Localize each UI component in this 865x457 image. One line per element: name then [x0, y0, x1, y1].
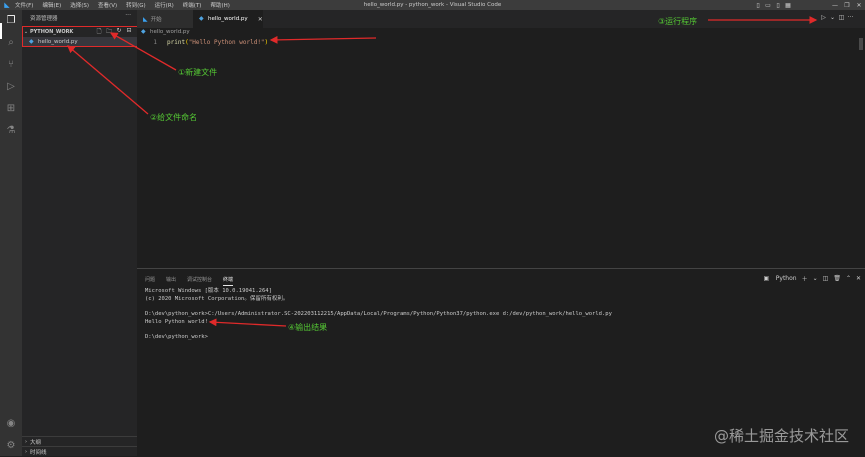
vscode-tab-icon: ◣ [143, 15, 148, 23]
timeline-section[interactable]: › 时间线 [22, 446, 137, 456]
window-controls: — ❐ ✕ [829, 0, 865, 10]
annotation-run: ③运行程序 [658, 17, 698, 26]
python-file-icon: ◆ [199, 15, 204, 22]
restore-icon[interactable]: ❐ [841, 2, 853, 9]
chevron-right-icon: › [25, 448, 27, 455]
terminal-icon: ▣ [763, 275, 770, 282]
split-terminal-icon[interactable]: ◫ [823, 275, 829, 282]
code-line[interactable]: 1 print ( "Hello Python world!" ) [137, 38, 268, 46]
annotation-new-file: ①新建文件 [178, 68, 218, 77]
tab-welcome[interactable]: ◣ 开始 [137, 10, 193, 28]
toggle-sidebar-icon[interactable]: ▯ [753, 2, 763, 9]
annotation-result: ④输出结果 [288, 323, 328, 332]
close-panel-icon[interactable]: ✕ [856, 275, 861, 282]
sidebar-sections: › 大纲 › 时间线 [22, 436, 137, 456]
chevron-right-icon: › [25, 438, 27, 445]
code-function: print [167, 38, 186, 46]
shell-label: Python [775, 275, 797, 282]
toggle-panel-icon[interactable]: ▭ [763, 2, 773, 9]
more-actions-icon[interactable]: ··· [846, 14, 855, 21]
account-icon[interactable]: ◉ [4, 417, 18, 431]
menu-edit[interactable]: 编辑(E) [42, 1, 61, 9]
close-tab-icon[interactable]: ✕ [258, 16, 263, 23]
terminal-output[interactable]: Microsoft Windows [版本 10.0.19041.264] (c… [145, 287, 612, 341]
code-editor[interactable]: ◆ hello_world.py 1 print ( "Hello Python… [137, 28, 865, 268]
menu-bar: 文件(F) 编辑(E) 选择(S) 查看(V) 转到(G) 运行(R) 终端(T… [15, 1, 239, 9]
editor-tabs: ◣ 开始 ◆ hello_world.py ✕ ▷ ⌄ ◫ ··· [137, 10, 865, 28]
menu-file[interactable]: 文件(F) [15, 1, 33, 9]
editor-actions: ▷ ⌄ ◫ ··· [819, 14, 855, 21]
editor-scrollbar[interactable] [859, 38, 863, 50]
title-bar: ◣ 文件(F) 编辑(E) 选择(S) 查看(V) 转到(G) 运行(R) 终端… [0, 0, 865, 10]
vscode-logo-icon: ◣ [4, 1, 10, 9]
tab-hello-world[interactable]: ◆ hello_world.py ✕ [193, 10, 263, 28]
extensions-icon[interactable]: ⊞ [4, 102, 18, 116]
toggle-secondary-sidebar-icon[interactable]: ▯ [773, 2, 783, 9]
explorer-sidebar: 资源管理器 ··· ⌄ PYTHON_WORK 🗋 🗀 ↻ ⊟ ◆ hello_… [22, 10, 137, 456]
run-dropdown-icon[interactable]: ⌄ [828, 14, 837, 21]
tab-debug-console[interactable]: 调试控制台 [187, 276, 212, 286]
tab-problems[interactable]: 问题 [145, 276, 155, 286]
layout-controls: ▯ ▭ ▯ ▦ [753, 0, 793, 10]
terminal-line: D:\dev\python_work>C:/Users/Administrato… [145, 311, 612, 317]
run-debug-icon[interactable]: ▷ [4, 80, 18, 94]
activity-bar: ❐ ⌕ ⑂ ▷ ⊞ ⚗ ◉ ⚙ [0, 10, 22, 456]
kill-terminal-icon[interactable]: 🗑 [833, 275, 841, 282]
terminal-dropdown-icon[interactable]: ⌄ [813, 275, 818, 282]
menu-selection[interactable]: 选择(S) [70, 1, 89, 9]
annotation-highlight-box [22, 26, 139, 47]
split-editor-icon[interactable]: ◫ [837, 14, 846, 21]
settings-gear-icon[interactable]: ⚙ [4, 439, 18, 453]
active-indicator [0, 23, 2, 39]
tab-output[interactable]: 输出 [166, 276, 176, 286]
watermark: @稀土掘金技术社区 [713, 427, 849, 445]
code-string: "Hello Python world!" [188, 38, 265, 46]
terminal-shell-select[interactable]: ▣ Python [759, 275, 797, 282]
new-terminal-icon[interactable]: ＋ [802, 274, 808, 283]
outline-section[interactable]: › 大纲 [22, 436, 137, 446]
terminal-line: Hello Python world! [145, 319, 208, 325]
menu-go[interactable]: 转到(G) [126, 1, 146, 9]
python-file-icon: ◆ [141, 28, 146, 35]
menu-view[interactable]: 查看(V) [98, 1, 117, 9]
tab-label: 开始 [150, 17, 162, 23]
line-number: 1 [153, 38, 157, 46]
panel-actions: ▣ Python ＋ ⌄ ◫ 🗑 ⌃ ✕ [754, 274, 861, 283]
minimize-icon[interactable]: — [829, 2, 841, 9]
more-actions-icon[interactable]: ··· [125, 12, 131, 19]
run-icon[interactable]: ▷ [819, 14, 828, 21]
customize-layout-icon[interactable]: ▦ [783, 2, 793, 9]
search-icon[interactable]: ⌕ [4, 36, 18, 50]
terminal-blank [145, 303, 612, 310]
source-control-icon[interactable]: ⑂ [4, 58, 18, 72]
menu-help[interactable]: 帮助(H) [210, 1, 229, 9]
explorer-icon[interactable]: ❐ [4, 14, 18, 28]
code-paren-close: ) [264, 38, 269, 46]
annotation-name-file: ②给文件命名 [150, 113, 198, 122]
testing-icon[interactable]: ⚗ [4, 124, 18, 138]
menu-run[interactable]: 运行(R) [155, 1, 174, 9]
terminal-blank [145, 326, 612, 333]
tab-terminal[interactable]: 终端 [223, 276, 234, 286]
breadcrumb-file[interactable]: hello_world.py [150, 29, 190, 35]
breadcrumb: ◆ hello_world.py [141, 28, 190, 36]
terminal-line: (c) 2020 Microsoft Corporation。保留所有权利。 [145, 296, 289, 302]
terminal-line: Microsoft Windows [版本 10.0.19041.264] [145, 288, 272, 294]
terminal-prompt: D:\dev\python_work> [145, 334, 208, 340]
tab-label: hello_world.py [208, 16, 248, 22]
maximize-panel-icon[interactable]: ⌃ [846, 275, 851, 282]
menu-terminal[interactable]: 终端(T) [183, 1, 202, 9]
timeline-label: 时间线 [30, 449, 47, 456]
close-window-icon[interactable]: ✕ [853, 2, 865, 9]
sidebar-title: 资源管理器 [30, 16, 58, 22]
outline-label: 大纲 [30, 439, 42, 446]
panel-tabs: 问题 输出 调试控制台 终端 [145, 276, 244, 286]
